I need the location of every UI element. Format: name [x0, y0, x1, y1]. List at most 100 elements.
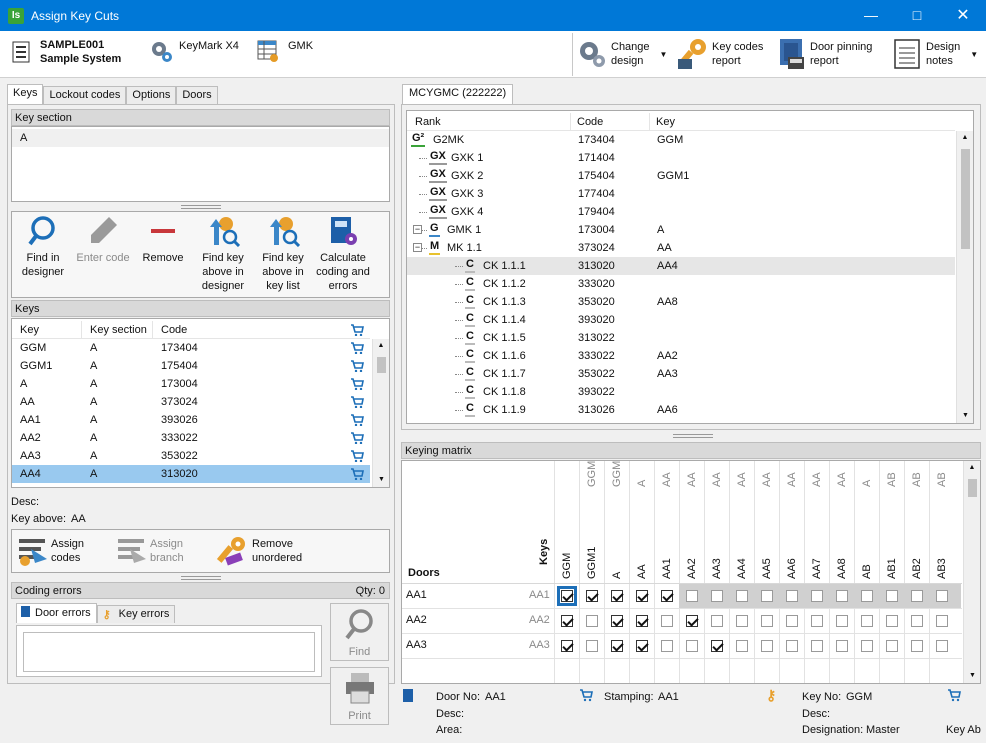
- key-section-item[interactable]: A: [12, 129, 389, 147]
- tab-options[interactable]: Options: [126, 86, 177, 104]
- tab-mcygmc[interactable]: MCYGMC (222222): [402, 84, 514, 104]
- matrix-checkbox[interactable]: [711, 590, 723, 602]
- cart-icon[interactable]: [350, 414, 364, 426]
- matrix-scrollbar[interactable]: ▲ ▼: [963, 461, 980, 683]
- matrix-key-column[interactable]: AA2: [686, 558, 698, 579]
- chevron-down-icon[interactable]: ▼: [964, 669, 980, 683]
- find-errors-button[interactable]: Find: [330, 603, 389, 661]
- matrix-key-column[interactable]: AB1: [886, 558, 898, 579]
- find-key-above-list-button[interactable]: Find key above in key list: [256, 215, 310, 293]
- key-codes-report-button[interactable]: Key codes report: [676, 37, 763, 71]
- matrix-checkbox[interactable]: [561, 615, 573, 627]
- matrix-checkbox[interactable]: [811, 590, 823, 602]
- matrix-key-column[interactable]: AA8: [836, 558, 848, 579]
- matrix-scroll-thumb[interactable]: [968, 479, 977, 497]
- matrix-key-column[interactable]: AB: [861, 564, 873, 579]
- chevron-down-icon[interactable]: ▼: [970, 50, 978, 59]
- table-row[interactable]: AA4 A 313020: [12, 465, 370, 483]
- matrix-checkbox[interactable]: [636, 590, 648, 602]
- chevron-down-icon[interactable]: ▼: [957, 409, 974, 423]
- tab-key-errors[interactable]: ⚷ Key errors: [96, 605, 176, 623]
- matrix-checkbox[interactable]: [586, 590, 598, 602]
- matrix-checkbox[interactable]: [686, 615, 698, 627]
- table-row[interactable]: GGM1 A 175404: [12, 357, 370, 375]
- matrix-checkbox[interactable]: [936, 615, 948, 627]
- matrix-checkbox[interactable]: [836, 590, 848, 602]
- matrix-checkbox[interactable]: [736, 615, 748, 627]
- matrix-checkbox[interactable]: [886, 590, 898, 602]
- matrix-checkbox[interactable]: [761, 615, 773, 627]
- matrix-key-column[interactable]: AB3: [936, 558, 948, 579]
- matrix-checkbox[interactable]: [861, 590, 873, 602]
- chevron-down-icon[interactable]: ▼: [660, 50, 668, 59]
- matrix-checkbox[interactable]: [936, 590, 948, 602]
- table-row[interactable]: GGM A 173404: [12, 339, 370, 357]
- door-pinning-report-button[interactable]: Door pinning report: [776, 37, 872, 71]
- keys-scrollbar[interactable]: ▲ ▼: [372, 339, 389, 487]
- chevron-up-icon[interactable]: ▲: [373, 339, 389, 353]
- matrix-checkbox[interactable]: [811, 615, 823, 627]
- remove-unordered-button[interactable]: Remove unordered: [216, 535, 302, 567]
- cart-icon[interactable]: [350, 450, 364, 462]
- chevron-down-icon[interactable]: ▼: [373, 473, 390, 487]
- table-row[interactable]: AA A 373024: [12, 393, 370, 411]
- tree-row[interactable]: GX GXK 3 177404: [407, 185, 955, 203]
- chevron-up-icon[interactable]: ▲: [964, 461, 980, 475]
- tree-row[interactable]: C CK 1.1.3 353020 AA8: [407, 293, 955, 311]
- matrix-key-column[interactable]: GGM: [561, 553, 573, 579]
- matrix-key-column[interactable]: A: [611, 572, 623, 579]
- matrix-checkbox[interactable]: [661, 590, 673, 602]
- matrix-key-column[interactable]: AA7: [811, 558, 823, 579]
- keymark-item[interactable]: KeyMark X4: [149, 39, 239, 63]
- collapse-toggle-icon[interactable]: −: [413, 243, 422, 252]
- enter-code-button[interactable]: Enter code: [74, 215, 132, 265]
- matrix-checkbox[interactable]: [686, 590, 698, 602]
- matrix-checkbox[interactable]: [836, 615, 848, 627]
- matrix-key-column[interactable]: AB2: [911, 558, 923, 579]
- matrix-checkbox[interactable]: [586, 640, 598, 652]
- chevron-up-icon[interactable]: ▲: [957, 131, 973, 145]
- tree-row[interactable]: C CK 1.1.5 313022: [407, 329, 955, 347]
- matrix-checkbox[interactable]: [686, 640, 698, 652]
- change-design-button[interactable]: Change design ▼: [577, 39, 667, 69]
- collapse-toggle-icon[interactable]: −: [413, 225, 422, 234]
- matrix-checkbox[interactable]: [786, 640, 798, 652]
- matrix-checkbox[interactable]: [911, 615, 923, 627]
- matrix-key-column[interactable]: AA6: [786, 558, 798, 579]
- matrix-key-column[interactable]: AA5: [761, 558, 773, 579]
- cart-icon[interactable]: [350, 360, 364, 372]
- table-row[interactable]: AA2 A 333022: [12, 429, 370, 447]
- matrix-checkbox[interactable]: [661, 640, 673, 652]
- find-key-above-designer-button[interactable]: Find key above in designer: [196, 215, 250, 293]
- assign-branch-button[interactable]: Assign branch: [116, 535, 184, 567]
- cart-icon[interactable]: [350, 342, 364, 354]
- matrix-checkbox[interactable]: [861, 640, 873, 652]
- matrix-checkbox[interactable]: [861, 615, 873, 627]
- gmk-item[interactable]: GMK: [256, 39, 313, 63]
- matrix-checkbox[interactable]: [886, 640, 898, 652]
- tab-door-errors[interactable]: Door errors: [16, 603, 97, 623]
- matrix-checkbox[interactable]: [911, 640, 923, 652]
- cart-icon[interactable]: [350, 468, 364, 480]
- close-button[interactable]: ✕: [940, 0, 986, 31]
- tree-row[interactable]: GX GXK 4 179404: [407, 203, 955, 221]
- table-row[interactable]: AA1 A 393026: [12, 411, 370, 429]
- matrix-checkbox[interactable]: [736, 590, 748, 602]
- matrix-door[interactable]: AA1: [406, 589, 427, 601]
- matrix-checkbox[interactable]: [611, 640, 623, 652]
- cart-icon[interactable]: [350, 396, 364, 408]
- calculate-coding-button[interactable]: Calculate coding and errors: [312, 215, 374, 293]
- matrix-checkbox[interactable]: [911, 590, 923, 602]
- remove-button[interactable]: Remove: [138, 215, 188, 265]
- matrix-checkbox[interactable]: [786, 590, 798, 602]
- matrix-door[interactable]: AA3: [406, 639, 427, 651]
- matrix-checkbox[interactable]: [811, 640, 823, 652]
- matrix-checkbox[interactable]: [761, 590, 773, 602]
- tree-row[interactable]: GX GXK 2 175404 GGM1: [407, 167, 955, 185]
- matrix-checkbox[interactable]: [611, 615, 623, 627]
- table-row[interactable]: AA3 A 353022: [12, 447, 370, 465]
- matrix-checkbox[interactable]: [836, 640, 848, 652]
- matrix-checkbox[interactable]: [661, 615, 673, 627]
- matrix-checkbox[interactable]: [736, 640, 748, 652]
- design-notes-button[interactable]: Design notes ▼: [892, 37, 978, 71]
